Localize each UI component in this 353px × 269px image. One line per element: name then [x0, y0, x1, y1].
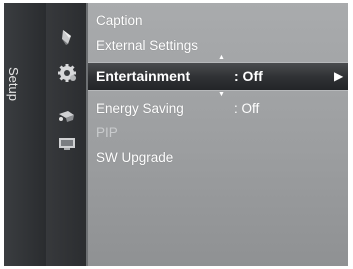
menu-item-sw-upgrade[interactable]: SW Upgrade [96, 150, 173, 165]
entertainment-label: Entertainment [96, 68, 191, 84]
scroll-up-icon: ▲ [218, 54, 225, 61]
category-tab: Setup [4, 3, 46, 266]
setup-menu-screen: Setup Caption External Settings ▲ Entert… [4, 3, 348, 266]
menu-item-pip: PIP [96, 125, 118, 140]
picture-icon[interactable] [56, 27, 78, 47]
input-icon[interactable] [56, 133, 78, 153]
energy-saving-value: : Off [234, 101, 260, 116]
submenu-arrow-icon: ▶ [334, 69, 344, 83]
menu-item-entertainment[interactable]: Entertainment : Off ▶ [88, 62, 348, 91]
category-icon-column [46, 3, 86, 266]
scroll-down-icon: ▼ [218, 91, 225, 98]
menu-divider [86, 3, 88, 266]
setup-tab-label: Setup [6, 67, 21, 101]
menu-item-caption[interactable]: Caption [96, 13, 143, 28]
menu-item-energy-saving[interactable]: Energy Saving [96, 101, 184, 116]
menu-item-external-settings[interactable]: External Settings [96, 38, 198, 53]
network-icon[interactable] [56, 106, 78, 126]
setup-gear-icon[interactable] [56, 63, 78, 83]
entertainment-value: : Off [234, 68, 263, 84]
